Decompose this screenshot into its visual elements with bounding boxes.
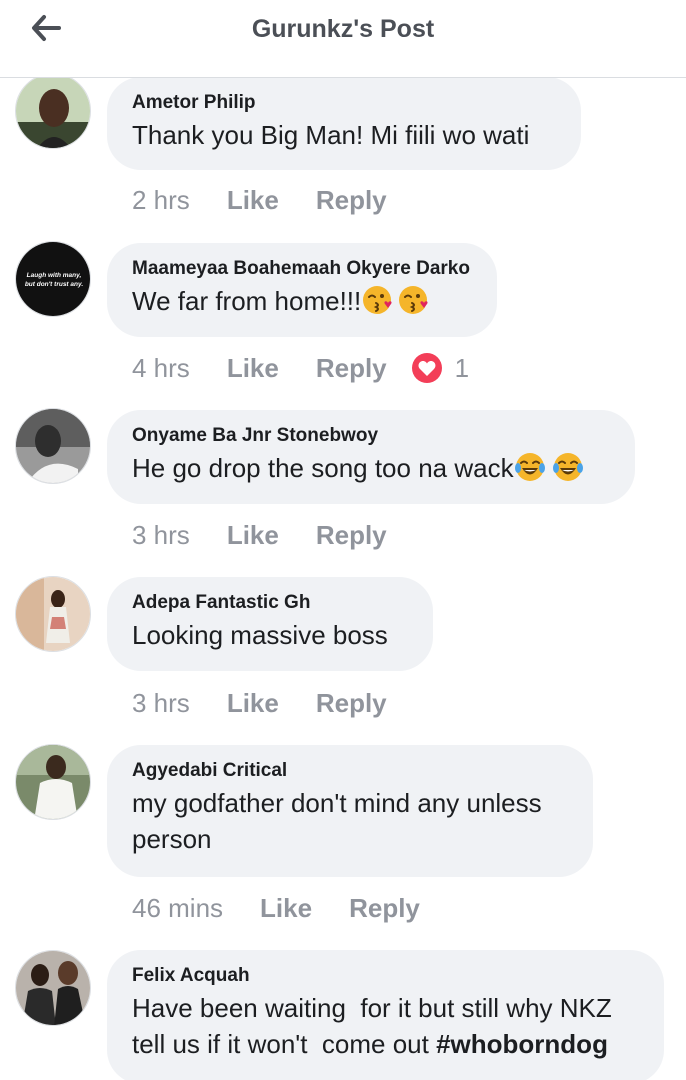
comment-text: my godfather don't mind any unless perso… — [132, 785, 567, 857]
reply-button[interactable]: Reply — [316, 353, 387, 384]
comment-bubble[interactable]: Adepa Fantastic Gh Looking massive boss — [107, 577, 433, 671]
comment-actions: 2 hrs Like Reply — [132, 183, 387, 217]
comment-actions: 4 hrs Like Reply 1 — [132, 351, 469, 385]
comment-text: Looking massive boss — [132, 620, 388, 650]
comment-actions: 3 hrs Like Reply — [132, 518, 387, 552]
comment-actions: 46 mins Like Reply — [132, 891, 420, 925]
reply-button[interactable]: Reply — [316, 688, 387, 719]
top-bar: Gurunkz's Post — [0, 0, 686, 78]
tears-of-joy-emoji-icon — [514, 453, 545, 481]
reaction-summary[interactable]: 1 — [411, 352, 469, 384]
like-button[interactable]: Like — [227, 688, 279, 719]
comment-bubble[interactable]: Felix Acquah Have been waiting for it bu… — [107, 950, 664, 1080]
kissing-heart-emoji-icon — [399, 286, 428, 314]
comment-text: He go drop the song too na wack — [132, 450, 609, 486]
reaction-count: 1 — [454, 352, 470, 383]
comment-text: Have been waiting for it but still why N… — [132, 990, 638, 1062]
comment-text-line: person — [132, 824, 212, 854]
love-reaction-icon — [411, 353, 442, 383]
reply-button[interactable]: Reply — [316, 520, 387, 551]
like-button[interactable]: Like — [227, 520, 279, 551]
avatar[interactable] — [15, 576, 91, 652]
comment-text-line: my godfather don't mind any unless — [132, 788, 542, 818]
reply-button[interactable]: Reply — [316, 185, 387, 216]
comment-author[interactable]: Felix Acquah — [132, 964, 638, 988]
avatar[interactable] — [15, 408, 91, 484]
comment-author[interactable]: Agyedabi Critical — [132, 759, 567, 783]
comment-text-line: Have been waiting for it but still why N… — [132, 993, 612, 1023]
comment-time[interactable]: 2 hrs — [132, 185, 190, 216]
comment-text: Thank you Big Man! Mi fiili wo wati — [132, 120, 530, 150]
avatar[interactable]: Laugh with many, but don't trust any. — [15, 241, 91, 317]
comment-time[interactable]: 3 hrs — [132, 520, 190, 551]
comment-bubble[interactable]: Onyame Ba Jnr Stonebwoy He go drop the s… — [107, 410, 635, 504]
avatar[interactable] — [15, 950, 91, 1026]
comment-text: We far from home!!! — [132, 283, 471, 319]
comment-time[interactable]: 3 hrs — [132, 688, 190, 719]
avatar[interactable] — [15, 73, 91, 149]
like-button[interactable]: Like — [227, 185, 279, 216]
comment-author[interactable]: Ametor Philip — [132, 91, 555, 115]
comment-actions: 3 hrs Like Reply — [132, 686, 387, 720]
comment-author[interactable]: Onyame Ba Jnr Stonebwoy — [132, 424, 609, 448]
comment-time[interactable]: 4 hrs — [132, 353, 190, 384]
like-button[interactable]: Like — [227, 353, 279, 384]
comment-author[interactable]: Maameyaa Boahemaah Okyere Darko — [132, 257, 471, 281]
post-comments-screen: Gurunkz's Post Ametor Philip Thank you B… — [0, 0, 686, 1080]
svg-text:Laugh with many,: Laugh with many, — [27, 272, 82, 279]
comment-author[interactable]: Adepa Fantastic Gh — [132, 591, 407, 615]
comment-time[interactable]: 46 mins — [132, 893, 223, 924]
comment-bubble[interactable]: Ametor Philip Thank you Big Man! Mi fiil… — [107, 77, 581, 170]
comment-text-line: tell us if it won't come out #whoborndog — [132, 1029, 608, 1059]
avatar[interactable] — [15, 744, 91, 820]
like-button[interactable]: Like — [260, 893, 312, 924]
svg-text:but don't trust any.: but don't trust any. — [25, 281, 84, 288]
page-title: Gurunkz's Post — [251, 15, 435, 43]
kissing-heart-emoji-icon — [363, 286, 392, 314]
comment-bubble[interactable]: Maameyaa Boahemaah Okyere Darko We far f… — [107, 243, 497, 337]
tears-of-joy-emoji-icon — [552, 453, 583, 481]
reply-button[interactable]: Reply — [349, 893, 420, 924]
hashtag-link[interactable]: #whoborndog — [436, 1029, 608, 1059]
comment-bubble[interactable]: Agyedabi Critical my godfather don't min… — [107, 745, 593, 877]
